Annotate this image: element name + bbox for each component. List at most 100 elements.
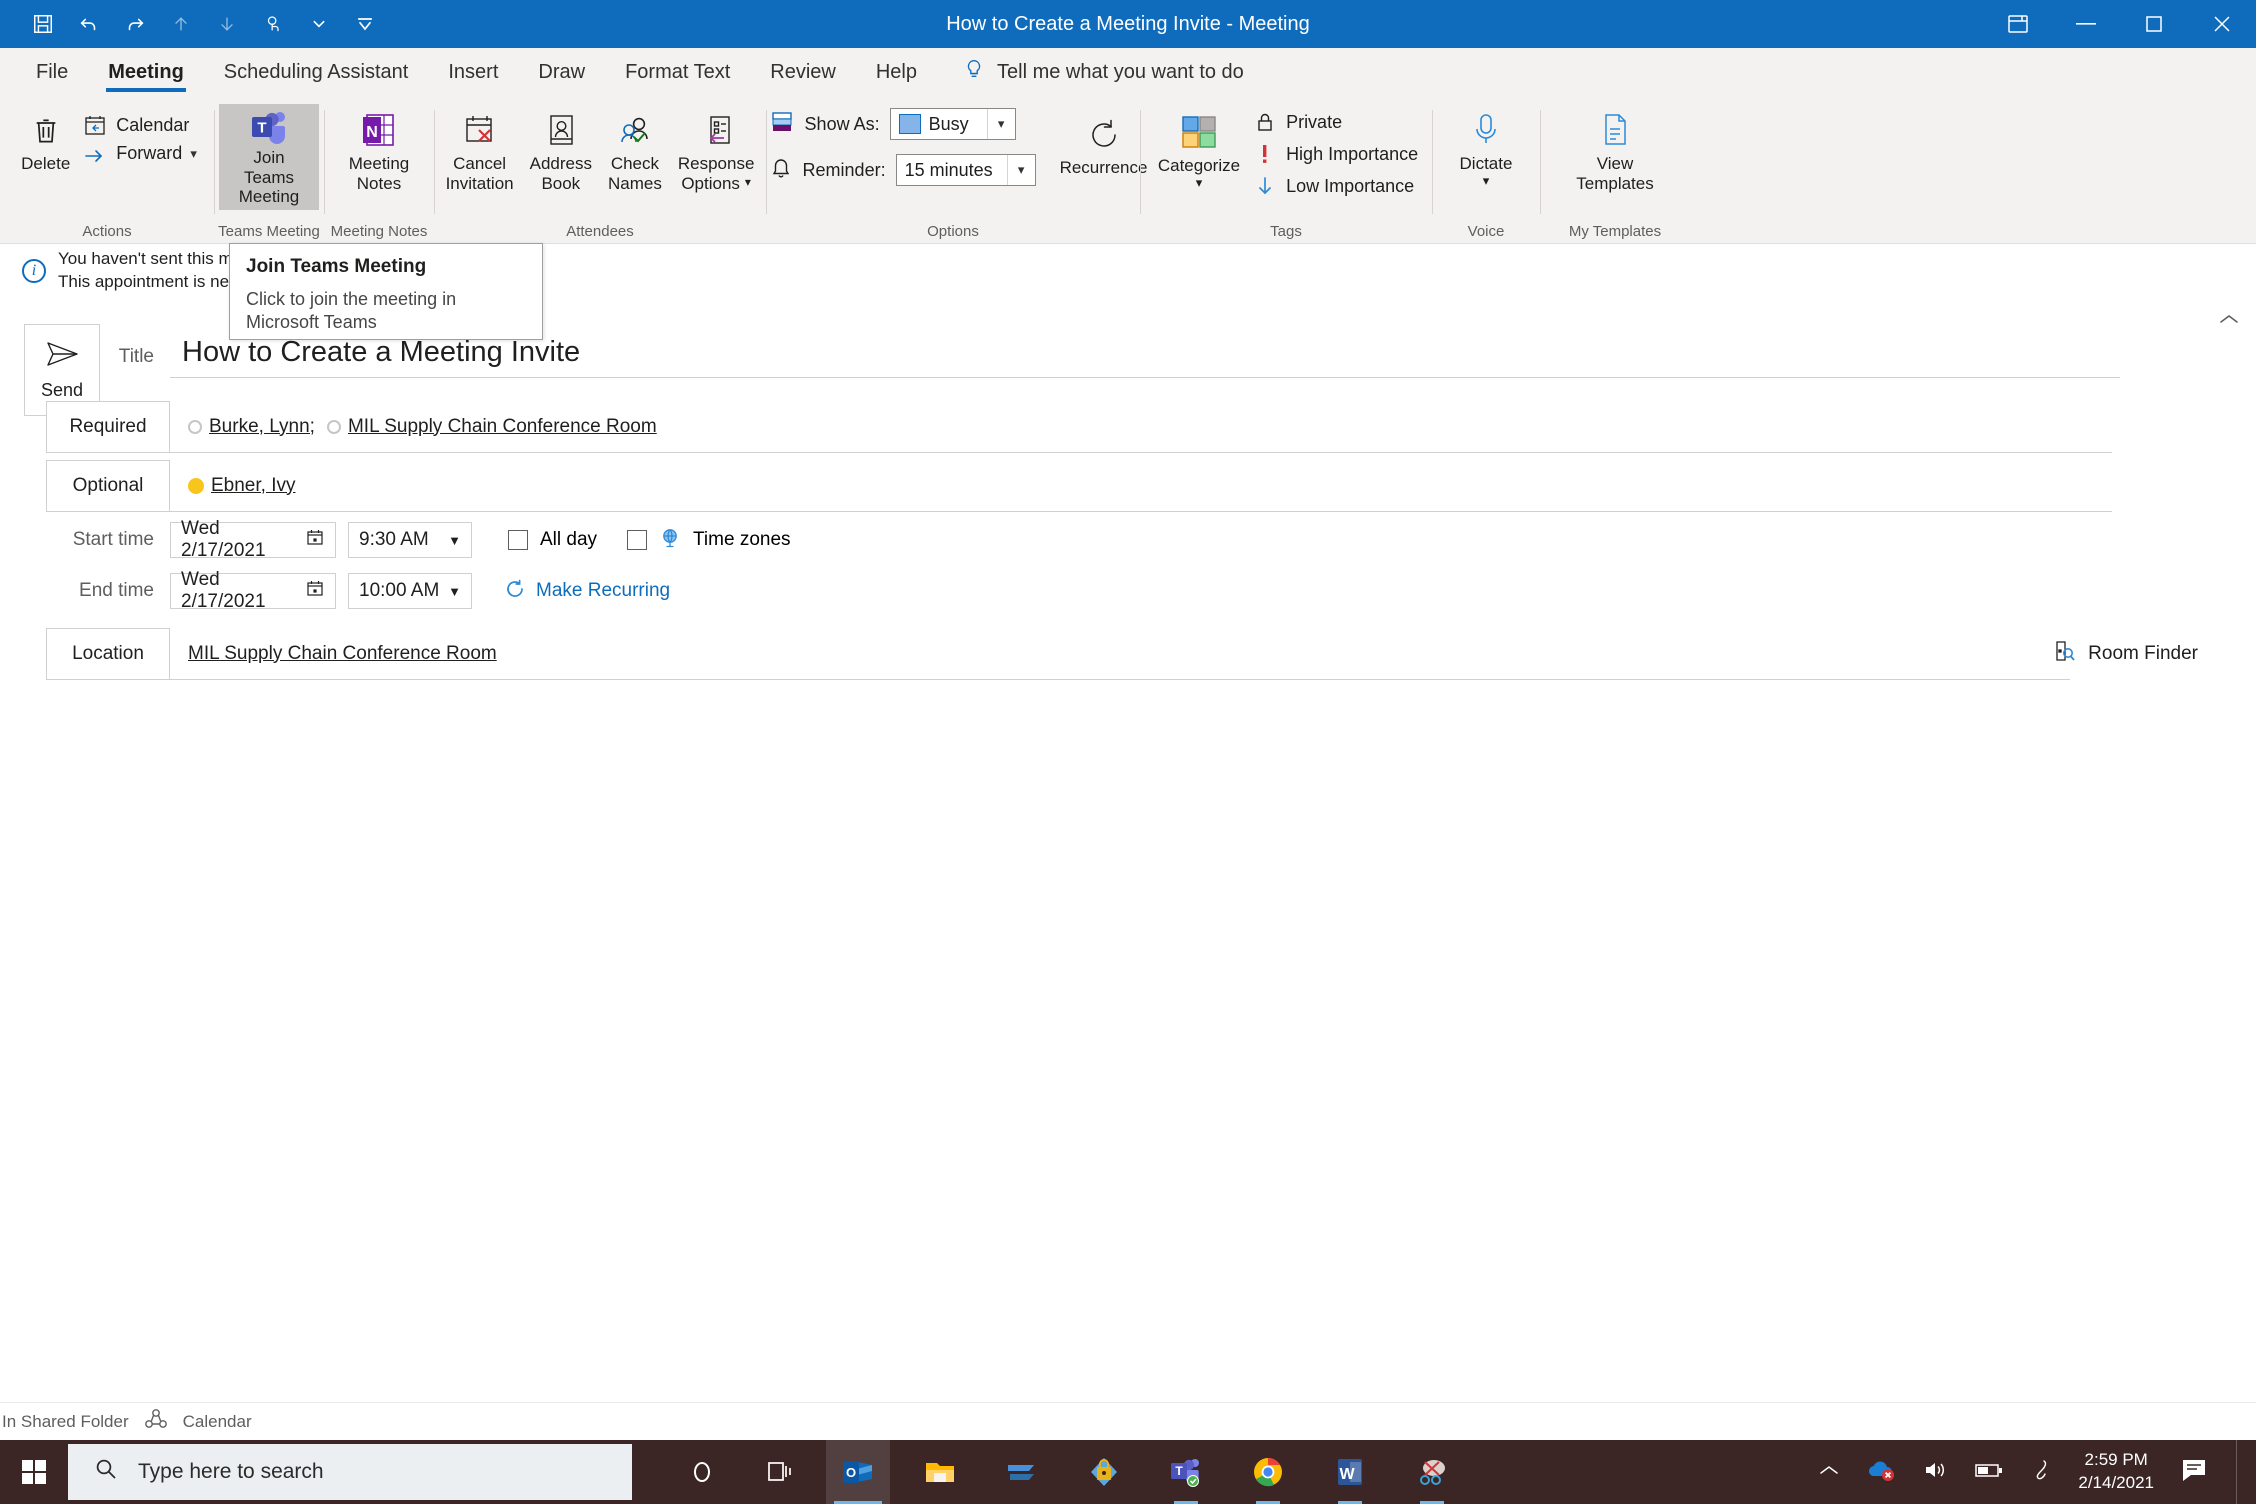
recipient-chip[interactable]: MIL Supply Chain Conference Room [327, 416, 657, 438]
task-view-icon[interactable] [748, 1440, 812, 1504]
join-teams-meeting-button[interactable]: T Join Teams Meeting [219, 104, 319, 210]
security-icon[interactable] [1072, 1440, 1136, 1504]
calendar-button[interactable]: Calendar [78, 110, 201, 140]
close-icon[interactable] [2188, 0, 2256, 48]
chevron-down-icon[interactable]: ▼ [448, 533, 461, 548]
private-button[interactable]: Private [1248, 108, 1422, 136]
tab-file[interactable]: File [16, 48, 88, 96]
tab-help[interactable]: Help [856, 48, 937, 96]
outlook-icon[interactable]: O [826, 1440, 890, 1504]
chevron-down-icon[interactable]: ▾ [1483, 174, 1490, 189]
chrome-icon[interactable] [1236, 1440, 1300, 1504]
battery-icon[interactable] [1974, 1461, 2004, 1484]
search-input[interactable]: Type here to search [68, 1444, 632, 1500]
calendar-picker-icon[interactable] [305, 527, 325, 553]
start-date-input[interactable]: Wed 2/17/2021 [170, 522, 336, 558]
tab-format-text[interactable]: Format Text [605, 48, 750, 96]
show-hidden-icons-icon[interactable] [1818, 1463, 1840, 1482]
categorize-button[interactable]: Categorize ▾ [1150, 106, 1248, 194]
ribbon-display-options-icon[interactable] [1984, 0, 2052, 48]
cancel-invitation-line1: Cancel [453, 154, 506, 174]
make-recurring-button[interactable]: Make Recurring [504, 578, 670, 605]
chevron-down-icon[interactable]: ▾ [1007, 155, 1035, 185]
end-time-input[interactable]: 10:00 AM ▼ [348, 573, 472, 609]
time-zones-checkbox[interactable] [627, 530, 647, 550]
meeting-notes-button[interactable]: N Meeting Notes [341, 104, 417, 197]
optional-attendees-field[interactable]: Ebner, Ivy [170, 460, 2112, 512]
touch-mode-icon[interactable] [252, 4, 294, 44]
tab-draw[interactable]: Draw [518, 48, 605, 96]
location-field[interactable]: MIL Supply Chain Conference Room [170, 628, 2070, 680]
file-explorer-icon[interactable] [908, 1440, 972, 1504]
chevron-down-icon[interactable]: ▾ [1196, 176, 1203, 191]
high-importance-button[interactable]: High Importance [1248, 140, 1422, 168]
chevron-down-icon[interactable]: ▼ [448, 584, 461, 599]
cancel-invitation-button[interactable]: Cancel Invitation [438, 104, 522, 197]
required-attendees-field[interactable]: Burke, Lynn; MIL Supply Chain Conference… [170, 401, 2112, 453]
location-label-button[interactable]: Location [46, 628, 170, 680]
system-tray: 2:59 PM 2/14/2021 [1818, 1440, 2256, 1504]
recipient-name[interactable]: Ebner, Ivy [211, 475, 296, 497]
room-finder-button[interactable]: Room Finder [2052, 639, 2198, 669]
chevron-down-icon[interactable]: ▾ [987, 109, 1015, 139]
ribbon-tabs: File Meeting Scheduling Assistant Insert… [0, 48, 2256, 96]
meeting-notes-line1: Meeting [349, 154, 409, 174]
optional-label-button[interactable]: Optional [46, 460, 170, 512]
tab-meeting[interactable]: Meeting [88, 48, 204, 96]
calendar-picker-icon[interactable] [305, 578, 325, 604]
reminder-value: 15 minutes [905, 160, 993, 181]
next-item-icon[interactable] [206, 4, 248, 44]
svg-text:N: N [366, 124, 378, 141]
undo-icon[interactable] [68, 4, 110, 44]
address-book-button[interactable]: Address Book [522, 104, 600, 197]
pen-icon[interactable] [2030, 1458, 2052, 1487]
delete-button[interactable]: Delete [13, 104, 78, 178]
save-icon[interactable] [22, 4, 64, 44]
all-day-checkbox[interactable] [508, 530, 528, 550]
end-date-input[interactable]: Wed 2/17/2021 [170, 573, 336, 609]
snip-sketch-icon[interactable] [1400, 1440, 1464, 1504]
chevron-down-icon[interactable] [298, 4, 340, 44]
show-desktop-button[interactable] [2236, 1440, 2246, 1504]
end-date-value: Wed 2/17/2021 [181, 569, 305, 613]
reminder-dropdown[interactable]: 15 minutes ▾ [896, 154, 1036, 186]
tell-me-search[interactable]: Tell me what you want to do [963, 57, 1244, 87]
tab-insert[interactable]: Insert [428, 48, 518, 96]
tab-review[interactable]: Review [750, 48, 856, 96]
tab-scheduling-assistant[interactable]: Scheduling Assistant [204, 48, 429, 96]
recipient-name[interactable]: MIL Supply Chain Conference Room [348, 416, 657, 438]
action-center-icon[interactable] [2180, 1456, 2210, 1489]
response-options-button[interactable]: Response Options ▾ [670, 104, 763, 197]
clock[interactable]: 2:59 PM 2/14/2021 [2078, 1449, 2154, 1495]
recipient-chip[interactable]: Ebner, Ivy [188, 475, 296, 497]
teams-icon[interactable]: T [1154, 1440, 1218, 1504]
mail-icon[interactable] [990, 1440, 1054, 1504]
required-label-button[interactable]: Required [46, 401, 170, 453]
title-input[interactable]: How to Create a Meeting Invite [170, 336, 2120, 378]
cortana-icon[interactable] [670, 1440, 734, 1504]
start-button[interactable] [0, 1440, 68, 1504]
view-templates-button[interactable]: View Templates [1568, 104, 1661, 197]
previous-item-icon[interactable] [160, 4, 202, 44]
low-importance-button[interactable]: Low Importance [1248, 172, 1422, 200]
recipient-name[interactable]: Burke, Lynn; [209, 416, 315, 438]
group-label-actions: Actions [82, 223, 131, 244]
forward-button[interactable]: Forward ▾ [78, 140, 201, 167]
svg-text:T: T [1175, 1464, 1183, 1478]
chevron-down-icon[interactable]: ▾ [190, 146, 197, 162]
location-value[interactable]: MIL Supply Chain Conference Room [188, 643, 497, 665]
recipient-chip[interactable]: Burke, Lynn; [188, 416, 315, 438]
volume-icon[interactable] [1922, 1458, 1948, 1487]
customize-quick-access-toolbar-icon[interactable] [344, 4, 386, 44]
dictate-button[interactable]: Dictate ▾ [1452, 104, 1521, 192]
check-names-button[interactable]: Check Names [600, 104, 670, 197]
start-time-input[interactable]: 9:30 AM ▼ [348, 522, 472, 558]
restore-icon[interactable] [2120, 0, 2188, 48]
redo-icon[interactable] [114, 4, 156, 44]
word-icon[interactable]: W [1318, 1440, 1382, 1504]
minimize-icon[interactable] [2052, 0, 2120, 48]
collapse-ribbon-button[interactable] [2218, 312, 2240, 331]
onedrive-error-icon[interactable] [1866, 1458, 1896, 1487]
globe-icon [659, 527, 681, 554]
show-as-dropdown[interactable]: Busy ▾ [890, 108, 1016, 140]
